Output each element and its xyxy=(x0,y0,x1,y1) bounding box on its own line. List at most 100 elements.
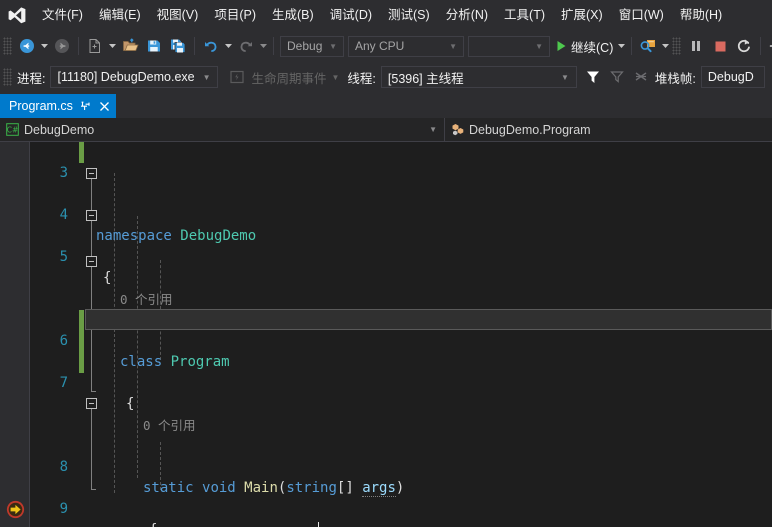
menu-view[interactable]: 视图(V) xyxy=(149,3,207,27)
menu-edit[interactable]: 编辑(E) xyxy=(91,3,149,27)
lifecycle-events-icon[interactable] xyxy=(225,65,249,89)
chevron-down-icon: ▼ xyxy=(202,72,211,82)
line-number: 8 xyxy=(59,459,68,475)
codelens-line[interactable]: 0 个引用 xyxy=(0,268,772,307)
toolbar-separator xyxy=(631,37,633,55)
line-number: 3 xyxy=(59,165,68,181)
code-line[interactable]: 8 static void Main(string[] args) xyxy=(0,436,772,497)
thread-combo[interactable]: [5396] 主线程 ▼ xyxy=(380,66,577,88)
nav-type-combo[interactable]: DebugDemo.Program xyxy=(445,118,772,142)
undo-dropdown[interactable] xyxy=(223,34,234,58)
codelens-line[interactable]: 0 个引用 xyxy=(0,394,772,433)
save-icon[interactable] xyxy=(142,34,166,58)
toolbar-grip[interactable] xyxy=(672,37,682,55)
pin-icon[interactable] xyxy=(79,100,92,113)
fold-toggle-namespace[interactable] xyxy=(86,168,97,179)
line-number: 9 xyxy=(59,501,68,517)
navigate-backward-icon[interactable] xyxy=(15,34,39,58)
code-line[interactable]: 9 { xyxy=(0,478,772,527)
continue-label: 继续(C) xyxy=(571,40,614,55)
process-label: 进程: xyxy=(17,71,46,86)
current-statement-arrow-icon[interactable] xyxy=(6,500,25,519)
flag-filter-clear-icon[interactable] xyxy=(605,65,629,89)
code-line[interactable]: 6 class Program xyxy=(0,310,772,370)
menu-tools[interactable]: 工具(T) xyxy=(496,3,553,27)
menu-build[interactable]: 生成(B) xyxy=(264,3,322,27)
chevron-down-icon: ▼ xyxy=(535,41,543,51)
line-number: 5 xyxy=(59,249,68,265)
no-flagged-threads-icon[interactable] xyxy=(629,65,653,89)
new-file-dropdown[interactable] xyxy=(107,34,118,58)
close-icon[interactable] xyxy=(98,100,111,113)
process-value: [11180] DebugDemo.exe xyxy=(57,70,195,84)
code-line[interactable]: 3 xyxy=(0,142,772,181)
hot-reload-icon[interactable] xyxy=(636,34,660,58)
menu-file[interactable]: 文件(F) xyxy=(34,3,91,27)
stackframe-combo[interactable]: DebugD xyxy=(700,66,765,88)
menu-window[interactable]: 窗口(W) xyxy=(611,3,672,27)
text-caret xyxy=(318,522,319,527)
codelens-references[interactable]: 0 个引用 xyxy=(143,415,196,436)
class-icon xyxy=(451,123,464,136)
debug-location-toolbar: 进程: [11180] DebugDemo.exe ▼ 生命周期事件 ▼ 线程:… xyxy=(0,62,772,92)
menu-analyze[interactable]: 分析(N) xyxy=(438,3,496,27)
tab-program-cs[interactable]: Program.cs xyxy=(0,94,116,118)
toolbar-grip[interactable] xyxy=(3,37,12,55)
code-line-current[interactable]: 10 int result = Sum(2, 3); xyxy=(0,520,772,527)
navigation-bar: C# DebugDemo ▼ DebugDemo.Program xyxy=(0,117,772,142)
document-tab-strip: Program.cs xyxy=(0,92,772,118)
nav-project-value: DebugDemo xyxy=(24,122,95,137)
csharp-project-icon: C# xyxy=(6,123,19,136)
play-icon xyxy=(557,41,566,51)
solution-platform-combo[interactable]: Any CPU ▼ xyxy=(348,35,464,57)
stackframe-value: DebugD xyxy=(707,70,754,84)
flag-filter-icon[interactable] xyxy=(581,65,605,89)
thread-label: 线程: xyxy=(347,71,376,86)
stackframe-label: 堆栈帧: xyxy=(654,71,696,86)
menu-bar: 文件(F) 编辑(E) 视图(V) 项目(P) 生成(B) 调试(D) 测试(S… xyxy=(0,0,772,30)
line-number: 7 xyxy=(59,375,68,391)
open-file-icon[interactable] xyxy=(118,34,142,58)
code-surface[interactable]: 3 4 namespace DebugDemo 5 { 0 个引用 6 clas… xyxy=(0,142,772,527)
stop-debugging-icon[interactable] xyxy=(708,34,732,58)
solution-configuration-combo[interactable]: Debug ▼ xyxy=(280,35,344,57)
chevron-down-icon[interactable]: ▼ xyxy=(332,73,340,82)
toolbar-separator xyxy=(760,37,762,55)
code-line[interactable]: 5 { xyxy=(0,226,772,286)
menu-extensions[interactable]: 扩展(X) xyxy=(553,3,611,27)
nav-project-combo[interactable]: C# DebugDemo ▼ xyxy=(0,117,445,142)
codelens-references[interactable]: 0 个引用 xyxy=(120,289,173,310)
chevron-down-icon: ▼ xyxy=(560,72,569,82)
toolbar-grip[interactable] xyxy=(3,68,12,86)
visual-studio-logo-icon xyxy=(4,4,30,26)
code-line[interactable]: 7 { xyxy=(0,352,772,412)
fold-toggle-main[interactable] xyxy=(86,256,97,267)
navigate-backward-dropdown[interactable] xyxy=(39,34,50,58)
tab-label: Program.cs xyxy=(9,99,73,113)
continue-dropdown[interactable] xyxy=(616,34,627,58)
code-editor[interactable]: 3 4 namespace DebugDemo 5 { 0 个引用 6 clas… xyxy=(0,142,772,527)
redo-dropdown[interactable] xyxy=(258,34,269,58)
menu-debug[interactable]: 调试(D) xyxy=(322,3,380,27)
show-next-statement-icon[interactable] xyxy=(765,34,772,58)
toolbar-separator xyxy=(78,37,79,55)
continue-button[interactable]: 继续(C) xyxy=(552,34,616,58)
navigate-forward-icon[interactable] xyxy=(50,34,74,58)
menu-test[interactable]: 测试(S) xyxy=(380,3,438,27)
start-target-combo[interactable]: ▼ xyxy=(468,35,550,57)
line-number: 4 xyxy=(59,207,68,223)
process-combo[interactable]: [11180] DebugDemo.exe ▼ xyxy=(50,66,219,88)
undo-icon[interactable] xyxy=(199,34,223,58)
new-file-icon[interactable] xyxy=(83,34,107,58)
toolbar-separator xyxy=(273,37,274,55)
code-line[interactable]: 4 namespace DebugDemo xyxy=(0,184,772,244)
hot-reload-dropdown[interactable] xyxy=(660,34,671,58)
solution-configuration-value: Debug xyxy=(287,39,323,53)
restart-icon[interactable] xyxy=(732,34,756,58)
menu-project[interactable]: 项目(P) xyxy=(206,3,264,27)
redo-icon[interactable] xyxy=(234,34,258,58)
menu-help[interactable]: 帮助(H) xyxy=(672,3,730,27)
save-all-icon[interactable] xyxy=(166,34,190,58)
pause-icon[interactable] xyxy=(684,34,708,58)
fold-toggle-class[interactable] xyxy=(86,210,97,221)
